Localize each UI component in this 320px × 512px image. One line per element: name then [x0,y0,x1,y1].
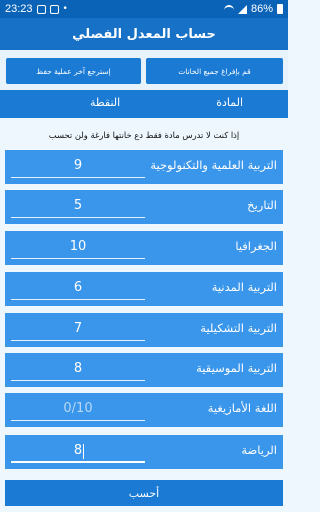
subject-name: الرياضة [241,443,277,457]
subject-column-header: المادة [216,96,243,109]
calculate-button[interactable]: أحسب [5,480,283,506]
battery-percent: 86% [250,3,273,15]
grade-input[interactable] [11,194,145,218]
subject-row: اللغة الأمازيغية [5,393,283,427]
status-time: 23:23 [5,3,33,15]
action-row: إسترجع آخر عملية حفظ قم بإفراغ جميع الخا… [0,50,288,92]
text-cursor [83,444,84,459]
app-title-bar: حساب المعدل الفصلي [0,18,288,50]
subject-row: الجغرافيا [5,231,283,265]
subject-row: التربية الموسيقية [5,353,283,387]
gallery-icon [36,4,46,14]
notification-icon [49,4,59,14]
subject-row: التاريخ [5,190,283,224]
status-bar: 23:23 • 86% [0,0,288,18]
grade-column-header: النقطة [90,96,121,109]
grade-input[interactable] [11,397,145,421]
table-header: المادة النقطة [0,90,288,118]
subject-row: التربية العلمية والتكنولوجية [5,150,283,184]
subject-name: الجغرافيا [235,239,277,253]
subject-row: الرياضة [5,435,283,469]
grade-input[interactable] [11,154,145,178]
clear-all-fields-button[interactable]: قم بإفراغ جميع الخانات [146,58,283,84]
subject-name: التربية الموسيقية [196,361,277,375]
grade-input[interactable] [11,357,145,381]
app-title: حساب المعدل الفصلي [72,26,216,42]
more-icon: • [62,4,68,14]
subject-name: التاريخ [247,198,277,212]
subject-name: التربية العلمية والتكنولوجية [150,158,277,172]
grade-input[interactable] [11,317,145,341]
subject-row: التربية المدنية [5,272,283,306]
signal-icon [237,4,247,14]
restore-last-save-button[interactable]: إسترجع آخر عملية حفظ [6,58,141,84]
subject-name: التربية المدنية [211,280,277,294]
grade-input[interactable] [11,276,145,300]
wifi-icon [223,5,234,13]
subject-row: التربية التشكيلية [5,313,283,347]
grade-input[interactable] [11,235,145,259]
hint-text: إذا كنت لا تدرس مادة فقط دع خانتها فارغة… [48,130,240,140]
subject-name: اللغة الأمازيغية [207,401,277,415]
grade-input-focused[interactable] [11,439,145,463]
subject-name: التربية التشكيلية [200,321,277,335]
battery-icon [277,4,283,14]
